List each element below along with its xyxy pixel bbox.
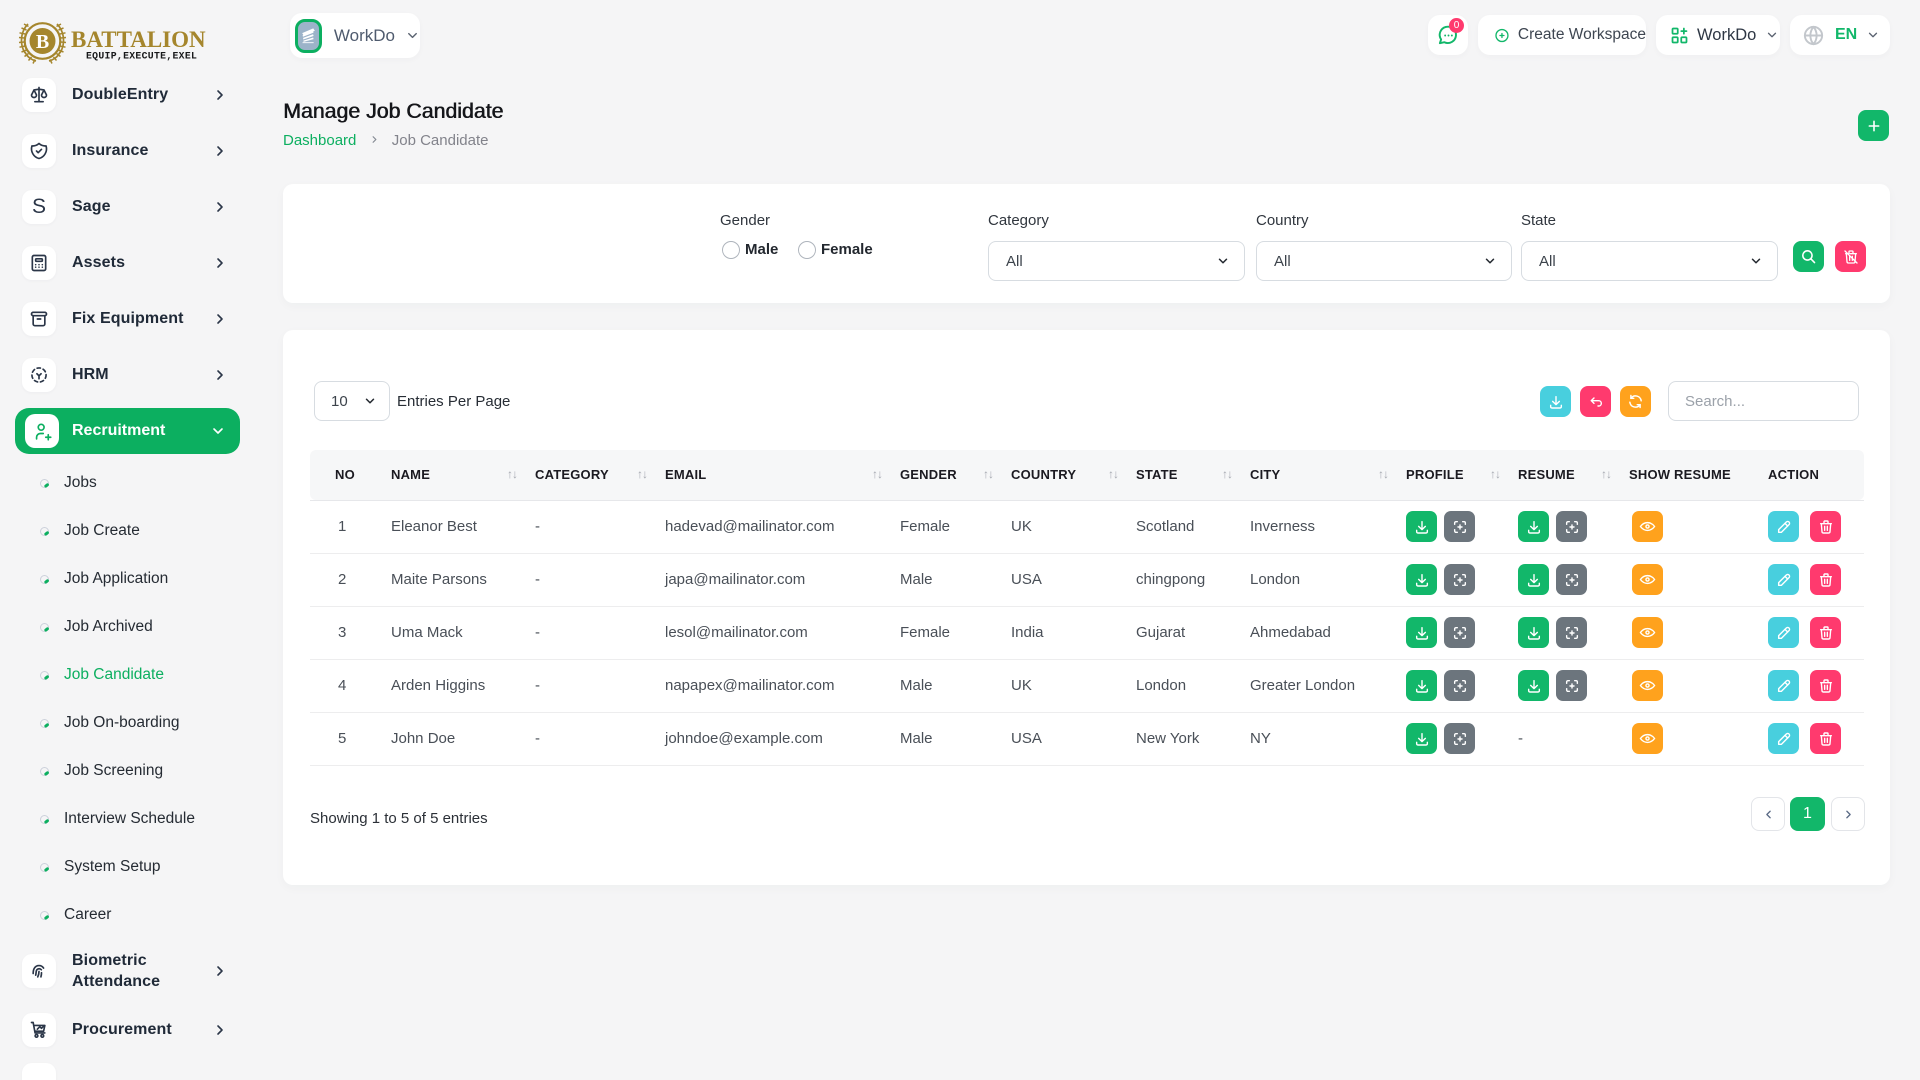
svg-text:EQUIP,EXECUTE,EXEL: EQUIP,EXECUTE,EXEL	[86, 51, 197, 62]
svg-text:B: B	[36, 31, 49, 53]
svg-text:BATTALION: BATTALION	[71, 27, 206, 52]
